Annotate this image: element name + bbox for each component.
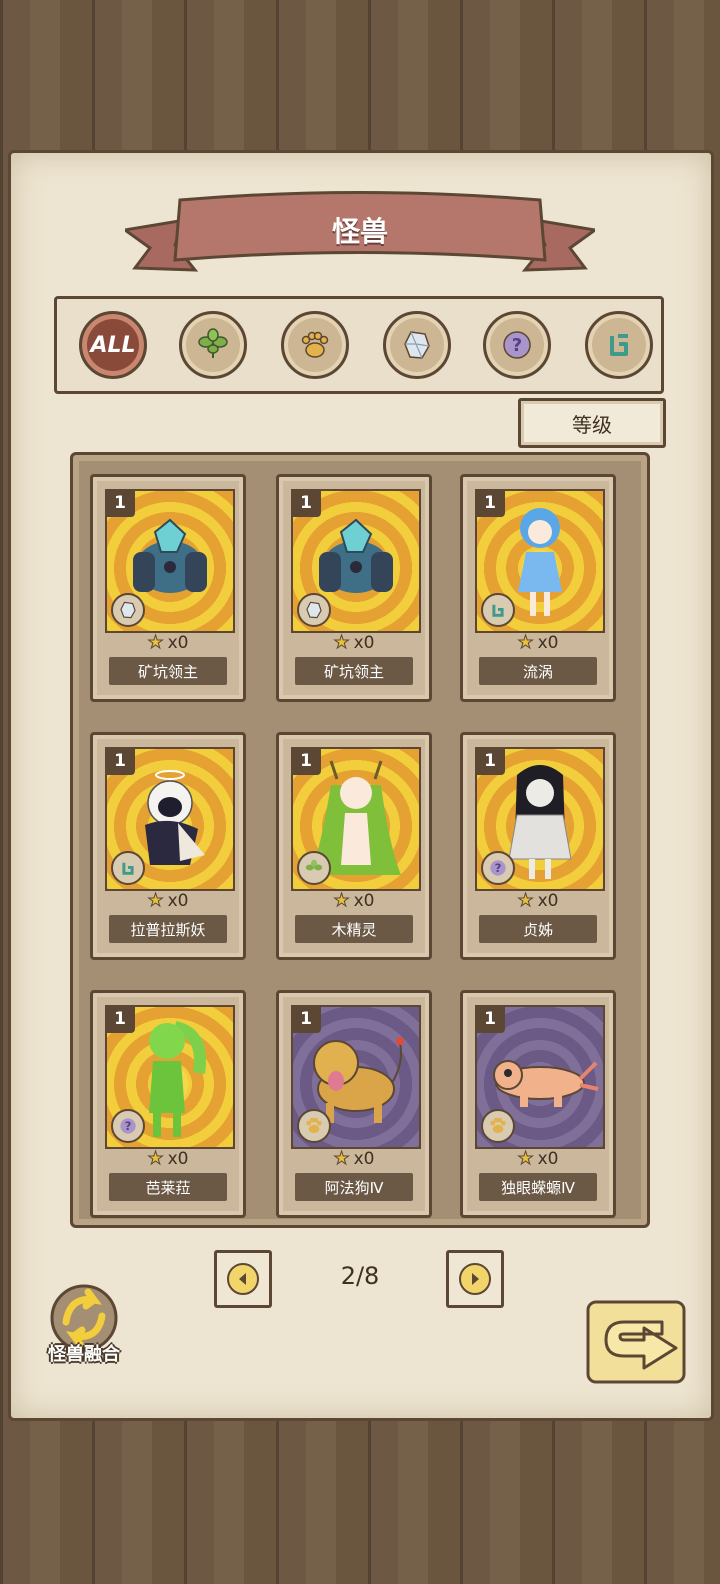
monster-card[interactable]: 1? ★ x0 芭莱菈 bbox=[90, 990, 246, 1218]
star-count-value: x0 bbox=[537, 633, 559, 653]
question-icon: ? bbox=[111, 1109, 145, 1143]
monster-card[interactable]: 1? ★ x0 贞姊 bbox=[460, 732, 616, 960]
monster-card[interactable]: 1 ★ x0 拉普拉斯妖 bbox=[90, 732, 246, 960]
monster-name: 芭莱菈 bbox=[109, 1173, 227, 1201]
paw-icon bbox=[301, 331, 329, 358]
star-count-value: x0 bbox=[537, 891, 559, 911]
title-ribbon: 怪兽 bbox=[125, 190, 595, 280]
crystal-icon bbox=[111, 593, 145, 627]
filter-mineral-button[interactable] bbox=[383, 311, 451, 379]
star-count: ★ x0 bbox=[279, 890, 429, 912]
monster-name: 矿坑领主 bbox=[295, 657, 413, 685]
filter-unknown-button[interactable]: ? bbox=[483, 311, 551, 379]
question-icon: ? bbox=[481, 851, 515, 885]
paw-icon bbox=[297, 1109, 331, 1143]
chevron-left-icon bbox=[239, 1273, 246, 1285]
star-count: ★ x0 bbox=[463, 890, 613, 912]
back-button[interactable] bbox=[584, 1296, 692, 1392]
star-count-value: x0 bbox=[167, 891, 189, 911]
filter-bar: ALL ? bbox=[54, 296, 664, 394]
filter-all-button[interactable]: ALL bbox=[79, 311, 147, 379]
next-page-button[interactable] bbox=[446, 1250, 504, 1308]
sort-label: 等级 bbox=[572, 412, 612, 437]
crystal-icon bbox=[404, 331, 430, 359]
monster-name: 独眼蝾螈Ⅳ bbox=[479, 1173, 597, 1201]
monster-fusion-button[interactable]: 怪兽融合 bbox=[36, 1282, 132, 1366]
return-arrow-icon bbox=[586, 1300, 686, 1384]
star-icon: ★ bbox=[147, 1148, 164, 1170]
svg-text:?: ? bbox=[495, 861, 502, 875]
star-count: ★ x0 bbox=[93, 632, 243, 654]
star-icon: ★ bbox=[517, 632, 534, 654]
star-icon: ★ bbox=[333, 1148, 350, 1170]
star-count-value: x0 bbox=[537, 1149, 559, 1169]
star-count-value: x0 bbox=[353, 633, 375, 653]
level-badge: 1 bbox=[105, 489, 135, 517]
rune-icon bbox=[481, 593, 515, 627]
monster-name: 贞姊 bbox=[479, 915, 597, 943]
filter-plant-button[interactable] bbox=[179, 311, 247, 379]
svg-text:?: ? bbox=[125, 1119, 132, 1133]
crystal-icon bbox=[297, 593, 331, 627]
star-count: ★ x0 bbox=[279, 1148, 429, 1170]
filter-all-label: ALL bbox=[90, 332, 136, 358]
rune-icon bbox=[111, 851, 145, 885]
monster-name: 木精灵 bbox=[295, 915, 413, 943]
level-badge: 1 bbox=[105, 1005, 135, 1033]
star-icon: ★ bbox=[517, 890, 534, 912]
star-count: ★ x0 bbox=[93, 890, 243, 912]
level-badge: 1 bbox=[291, 1005, 321, 1033]
level-badge: 1 bbox=[291, 747, 321, 775]
filter-beast-button[interactable] bbox=[281, 311, 349, 379]
star-count-value: x0 bbox=[353, 891, 375, 911]
sort-by-level-button[interactable]: 等级 bbox=[518, 398, 666, 448]
leaf-icon bbox=[198, 328, 228, 358]
monster-card[interactable]: 1 ★ x0 流涡 bbox=[460, 474, 616, 702]
star-count-value: x0 bbox=[167, 1149, 189, 1169]
star-icon: ★ bbox=[333, 890, 350, 912]
monster-card[interactable]: 1 ★ x0 矿坑领主 bbox=[90, 474, 246, 702]
svg-text:?: ? bbox=[512, 335, 522, 356]
rune-icon bbox=[610, 334, 628, 356]
star-count: ★ x0 bbox=[93, 1148, 243, 1170]
monster-card[interactable]: 1 ★ x0 矿坑领主 bbox=[276, 474, 432, 702]
level-badge: 1 bbox=[475, 747, 505, 775]
monster-card[interactable]: 1 ★ x0 木精灵 bbox=[276, 732, 432, 960]
star-icon: ★ bbox=[147, 632, 164, 654]
level-badge: 1 bbox=[475, 1005, 505, 1033]
star-count-value: x0 bbox=[353, 1149, 375, 1169]
star-count: ★ x0 bbox=[463, 632, 613, 654]
star-count: ★ x0 bbox=[463, 1148, 613, 1170]
monster-name: 流涡 bbox=[479, 657, 597, 685]
filter-spirit-button[interactable] bbox=[585, 311, 653, 379]
question-icon: ? bbox=[503, 331, 531, 359]
star-count: ★ x0 bbox=[279, 632, 429, 654]
page-title: 怪兽 bbox=[331, 215, 388, 248]
level-badge: 1 bbox=[105, 747, 135, 775]
level-badge: 1 bbox=[475, 489, 505, 517]
star-icon: ★ bbox=[147, 890, 164, 912]
monster-name: 阿法狗Ⅳ bbox=[295, 1173, 413, 1201]
leaf-icon bbox=[297, 851, 331, 885]
chevron-right-icon bbox=[472, 1273, 479, 1285]
star-icon: ★ bbox=[517, 1148, 534, 1170]
monster-name: 拉普拉斯妖 bbox=[109, 915, 227, 943]
star-icon: ★ bbox=[333, 632, 350, 654]
monster-card[interactable]: 1 ★ x0 独眼蝾螈Ⅳ bbox=[460, 990, 616, 1218]
paw-icon bbox=[481, 1109, 515, 1143]
monster-card[interactable]: 1 ★ x0 阿法狗Ⅳ bbox=[276, 990, 432, 1218]
monster-name: 矿坑领主 bbox=[109, 657, 227, 685]
star-count-value: x0 bbox=[167, 633, 189, 653]
prev-page-button[interactable] bbox=[214, 1250, 272, 1308]
fusion-label: 怪兽融合 bbox=[48, 1344, 120, 1365]
level-badge: 1 bbox=[291, 489, 321, 517]
page-indicator: 2/8 bbox=[340, 1262, 380, 1290]
